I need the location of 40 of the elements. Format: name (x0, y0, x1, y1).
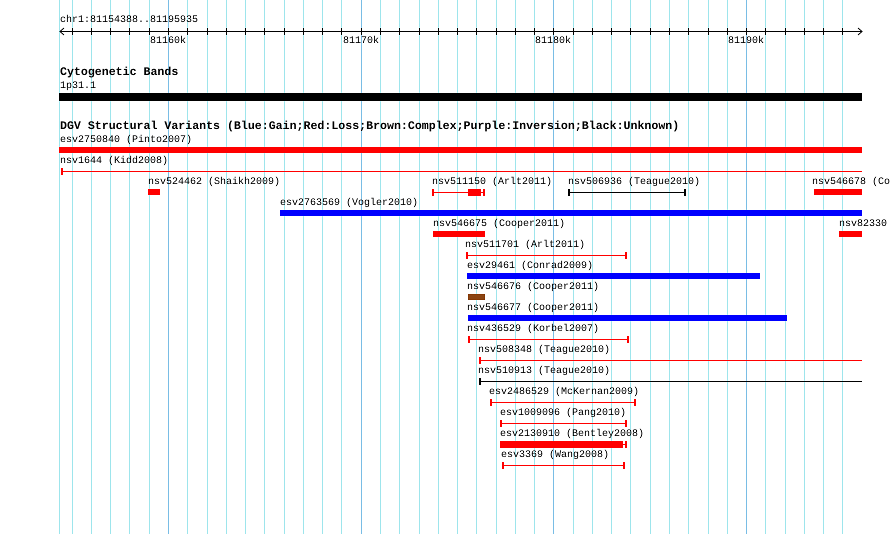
feature-label: nsv436529 (Korbel2007) (467, 324, 600, 335)
feature-label: nsv546677 (Cooper2011) (467, 303, 600, 314)
feature-label: nsv510913 (Teague2010) (478, 366, 610, 377)
feature-label: esv2130910 (Bentley2008) (500, 429, 644, 440)
variant-bar[interactable] (467, 273, 760, 279)
feature-label: nsv511701 (Arlt2011) (465, 240, 586, 251)
location-label: chr1:81154388..81195935 (60, 15, 198, 26)
track-title: Cytogenetic Bands (60, 67, 178, 79)
feature-label: esv29461 (Conrad2009) (467, 261, 594, 272)
track-title: DGV Structural Variants (Blue:Gain;Red:Loss;Brown:Complex;Purple:Inversion;Black:Unknown) (60, 121, 680, 133)
tick-label: 81180k (535, 36, 572, 47)
variant-span[interactable] (568, 189, 686, 196)
variant-bar[interactable] (839, 231, 862, 237)
band-label: 1p31.1 (60, 81, 96, 92)
feature-label: nsv524462 (Shaikh2009) (148, 177, 280, 188)
tick-label: 81170k (343, 36, 380, 47)
variant-span[interactable] (479, 378, 862, 385)
variant-bar[interactable] (280, 210, 862, 216)
cytoband-bar[interactable] (59, 93, 862, 101)
feature-label: nsv511150 (Arlt2011) (432, 177, 552, 188)
feature-label: nsv1644 (Kidd2008) (60, 156, 168, 167)
tick-label: 81190k (728, 36, 764, 47)
feature-label: esv2750840 (Pinto2007) (60, 135, 192, 146)
variant-bar[interactable] (59, 147, 862, 153)
feature-label: esv1009096 (Pang2010) (500, 408, 626, 419)
feature-label: nsv546675 (Cooper2011) (433, 219, 566, 230)
feature-label: nsv546676 (Cooper2011) (467, 282, 600, 293)
feature-label: nsv82330 (839, 219, 888, 230)
tick-label: 81160k (150, 36, 186, 47)
variant-bar[interactable] (468, 315, 787, 321)
feature-label: nsv508348 (Teague2010) (478, 345, 610, 356)
variant-bar[interactable] (148, 189, 160, 195)
feature-label: esv2763569 (Vogler2010) (280, 198, 418, 209)
variant-bar[interactable] (433, 231, 485, 237)
feature-label: esv3369 (Wang2008) (501, 450, 610, 461)
feature-label: esv2486529 (McKernan2009) (489, 387, 640, 398)
feature-label: nsv506936 (Teague2010) (568, 177, 700, 188)
feature-label: nsv546678 (Co (812, 177, 890, 188)
variant-bar[interactable] (814, 189, 862, 195)
variant-bar[interactable] (468, 294, 485, 300)
